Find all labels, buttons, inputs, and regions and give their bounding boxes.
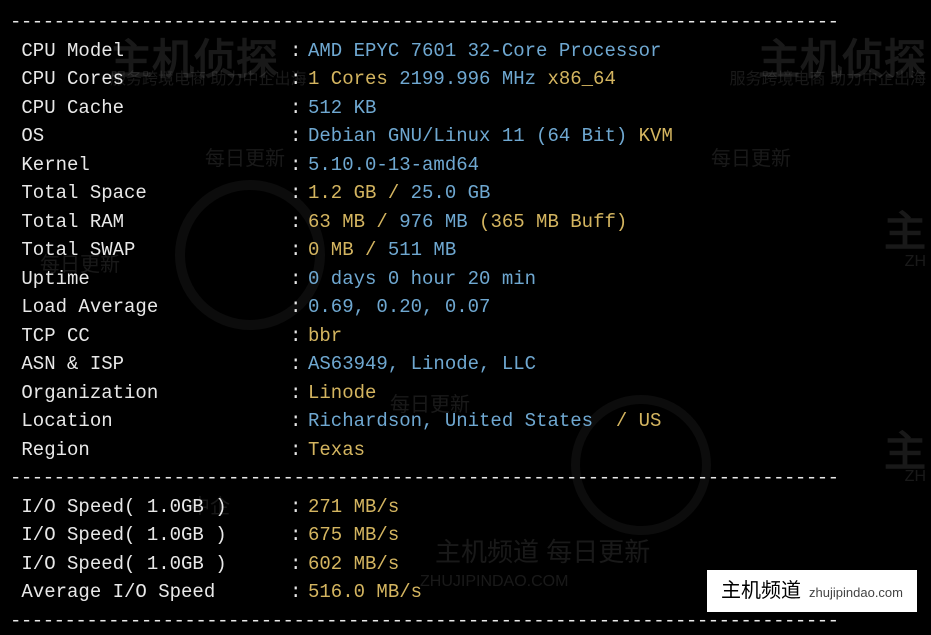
row-label: Total RAM bbox=[10, 208, 290, 237]
io-value: 516.0 MB/s bbox=[308, 578, 422, 607]
info-row: Location : Richardson, United States / U… bbox=[10, 407, 921, 436]
row-value: Debian GNU/Linux 11 (64 Bit) KVM bbox=[308, 122, 673, 151]
info-row: Load Average : 0.69, 0.20, 0.07 bbox=[10, 293, 921, 322]
row-label: CPU Cores bbox=[10, 65, 290, 94]
row-colon: : bbox=[290, 236, 308, 265]
row-label: CPU Model bbox=[10, 37, 290, 66]
info-row: TCP CC : bbr bbox=[10, 322, 921, 351]
io-label: I/O Speed( 1.0GB ) bbox=[10, 521, 290, 550]
row-label: Organization bbox=[10, 379, 290, 408]
info-row: ASN & ISP : AS63949, Linode, LLC bbox=[10, 350, 921, 379]
io-colon: : bbox=[290, 493, 308, 522]
row-label: Region bbox=[10, 436, 290, 465]
row-label: OS bbox=[10, 122, 290, 151]
io-row: I/O Speed( 1.0GB ) : 675 MB/s bbox=[10, 521, 921, 550]
io-colon: : bbox=[290, 550, 308, 579]
info-row: OS : Debian GNU/Linux 11 (64 Bit) KVM bbox=[10, 122, 921, 151]
terminal-output: ----------------------------------------… bbox=[10, 8, 921, 635]
info-row: Region : Texas bbox=[10, 436, 921, 465]
footer-url: zhujipindao.com bbox=[809, 583, 903, 603]
row-colon: : bbox=[290, 37, 308, 66]
divider-top: ----------------------------------------… bbox=[10, 8, 921, 37]
row-label: Total SWAP bbox=[10, 236, 290, 265]
row-label: Kernel bbox=[10, 151, 290, 180]
info-row: Total RAM : 63 MB / 976 MB (365 MB Buff) bbox=[10, 208, 921, 237]
io-colon: : bbox=[290, 521, 308, 550]
info-row: CPU Cores : 1 Cores 2199.996 MHz x86_64 bbox=[10, 65, 921, 94]
row-colon: : bbox=[290, 122, 308, 151]
io-value: 675 MB/s bbox=[308, 521, 399, 550]
io-label: Average I/O Speed bbox=[10, 578, 290, 607]
row-colon: : bbox=[290, 322, 308, 351]
row-label: TCP CC bbox=[10, 322, 290, 351]
row-colon: : bbox=[290, 379, 308, 408]
row-colon: : bbox=[290, 293, 308, 322]
row-value: 0 MB / 511 MB bbox=[308, 236, 456, 265]
row-colon: : bbox=[290, 208, 308, 237]
row-colon: : bbox=[290, 350, 308, 379]
row-colon: : bbox=[290, 94, 308, 123]
footer-title: 主机频道 bbox=[721, 576, 801, 606]
io-colon: : bbox=[290, 578, 308, 607]
row-value: Texas bbox=[308, 436, 365, 465]
row-colon: : bbox=[290, 265, 308, 294]
row-colon: : bbox=[290, 407, 308, 436]
row-value: 5.10.0-13-amd64 bbox=[308, 151, 479, 180]
io-value: 271 MB/s bbox=[308, 493, 399, 522]
row-label: Location bbox=[10, 407, 290, 436]
row-value: 1 Cores 2199.996 MHz x86_64 bbox=[308, 65, 616, 94]
io-value: 602 MB/s bbox=[308, 550, 399, 579]
divider-mid: ----------------------------------------… bbox=[10, 464, 921, 493]
info-row: Kernel : 5.10.0-13-amd64 bbox=[10, 151, 921, 180]
footer-badge: 主机频道 zhujipindao.com bbox=[707, 570, 917, 612]
row-value: 0.69, 0.20, 0.07 bbox=[308, 293, 490, 322]
io-row: I/O Speed( 1.0GB ) : 271 MB/s bbox=[10, 493, 921, 522]
row-colon: : bbox=[290, 65, 308, 94]
row-label: CPU Cache bbox=[10, 94, 290, 123]
io-label: I/O Speed( 1.0GB ) bbox=[10, 493, 290, 522]
row-label: Total Space bbox=[10, 179, 290, 208]
row-label: Load Average bbox=[10, 293, 290, 322]
row-label: Uptime bbox=[10, 265, 290, 294]
info-row: CPU Model : AMD EPYC 7601 32-Core Proces… bbox=[10, 37, 921, 66]
row-value: bbr bbox=[308, 322, 342, 351]
row-value: AMD EPYC 7601 32-Core Processor bbox=[308, 37, 661, 66]
row-value: 0 days 0 hour 20 min bbox=[308, 265, 536, 294]
row-value: Richardson, United States / US bbox=[308, 407, 661, 436]
info-row: CPU Cache : 512 KB bbox=[10, 94, 921, 123]
row-value: 63 MB / 976 MB (365 MB Buff) bbox=[308, 208, 627, 237]
row-label: ASN & ISP bbox=[10, 350, 290, 379]
row-value: 1.2 GB / 25.0 GB bbox=[308, 179, 490, 208]
info-row: Total Space : 1.2 GB / 25.0 GB bbox=[10, 179, 921, 208]
row-value: AS63949, Linode, LLC bbox=[308, 350, 536, 379]
row-colon: : bbox=[290, 151, 308, 180]
row-value: 512 KB bbox=[308, 94, 376, 123]
info-row: Organization : Linode bbox=[10, 379, 921, 408]
row-colon: : bbox=[290, 436, 308, 465]
row-value: Linode bbox=[308, 379, 376, 408]
io-label: I/O Speed( 1.0GB ) bbox=[10, 550, 290, 579]
info-row: Total SWAP : 0 MB / 511 MB bbox=[10, 236, 921, 265]
info-row: Uptime : 0 days 0 hour 20 min bbox=[10, 265, 921, 294]
row-colon: : bbox=[290, 179, 308, 208]
